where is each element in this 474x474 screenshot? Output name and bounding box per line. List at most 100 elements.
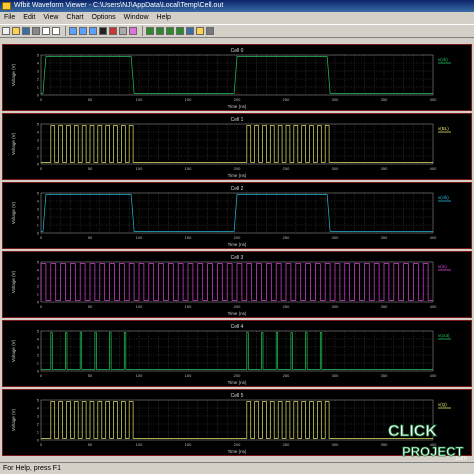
y-tick-label: 3 [37,345,40,350]
toolbar-separator [65,26,66,36]
x-axis-label: Time (ns) [228,104,247,109]
y-tick-label: 3 [37,414,40,419]
title-bar: Wfbit Waveform Viewer - C:\Users\NJ\AppD… [0,0,474,12]
x-tick-label: 200 [234,442,241,447]
y-tick-label: 2 [37,353,40,358]
y-tick-label: 1 [37,292,40,297]
save-icon[interactable] [22,27,30,35]
x-tick-label: 350 [381,235,388,240]
x-tick-label: 300 [332,442,339,447]
menu-chart[interactable]: Chart [62,12,87,24]
cursor-icon[interactable] [99,27,107,35]
zoom-fit-icon[interactable] [89,27,97,35]
open-icon[interactable] [12,27,20,35]
waveform-pane[interactable]: Cell 4 0 1 2 3 4 5 0 50 100 150 200 250 300 350 400 Time… [2,320,472,387]
y-tick-label: 4 [37,61,40,66]
x-tick-label: 0 [40,304,43,309]
y-tick-label: 2 [37,146,40,151]
x-tick-label: 150 [185,304,192,309]
prev-icon[interactable] [146,27,154,35]
y-tick-label: 4 [37,406,40,411]
chart-title: Cell 1 [231,117,244,123]
waveform-workspace: Cell 0 0 1 2 3 4 5 0 50 100 150 200 250 300 350 400 Time… [0,40,474,462]
waveform-chart: Cell 30123450 50 100 150 200 250 300 350 400Time… [11,255,451,316]
first-icon[interactable] [166,27,174,35]
last-icon[interactable] [176,27,184,35]
measure-icon[interactable] [109,27,117,35]
x-tick-label: 300 [332,97,339,102]
y-tick-label: 5 [37,122,40,127]
x-axis-label: Time (ns) [228,173,247,178]
paste-icon[interactable] [52,27,60,35]
grid-icon[interactable] [119,27,127,35]
zoom-in-icon[interactable] [69,27,77,35]
waveform-pane[interactable]: Cell 0 0 1 2 3 4 5 0 50 100 150 200 250 300 350 400 Time… [2,44,472,111]
y-tick-label: 2 [37,422,40,427]
menu-view[interactable]: View [39,12,62,24]
waveform-chart: Cell 10123450 50 100 150 200 250 300 350 400Time… [11,117,451,178]
window-title: Wfbit Waveform Viewer - C:\Users\NJ\AppD… [14,2,224,9]
x-tick-label: 400 [430,235,437,240]
x-tick-label: 50 [88,97,93,102]
x-tick-label: 400 [430,97,437,102]
color-icon[interactable] [129,27,137,35]
menu-window[interactable]: Window [120,12,153,24]
y-tick-label: 4 [37,130,40,135]
chart-title: Cell 2 [231,186,244,192]
x-tick-label: 100 [136,97,143,102]
x-tick-label: 250 [283,373,290,378]
toolbar [0,24,474,38]
y-axis-label: Voltage (V) [11,339,16,362]
zoom-out-icon[interactable] [79,27,87,35]
x-tick-label: 300 [332,166,339,171]
y-axis-label: Voltage (V) [11,132,16,155]
menu-edit[interactable]: Edit [19,12,39,24]
new-icon[interactable] [2,27,10,35]
menu-help[interactable]: Help [153,12,175,24]
waveform-trace [40,263,433,301]
status-text: For Help, press F1 [3,465,61,472]
x-tick-label: 0 [40,442,43,447]
y-tick-label: 5 [37,53,40,58]
x-tick-label: 400 [430,304,437,309]
y-tick-label: 4 [37,199,40,204]
y-tick-label: 1 [37,85,40,90]
x-tick-label: 150 [185,442,192,447]
watermark-logo: CLICK PROJECT .com [388,423,467,462]
x-tick-label: 200 [234,235,241,240]
x-tick-label: 50 [88,442,93,447]
menu-options[interactable]: Options [88,12,120,24]
waveform-pane[interactable]: Cell 2 0 1 2 3 4 5 0 50 100 150 200 250 300 350 400 Time… [2,182,472,249]
x-tick-label: 350 [381,373,388,378]
legend-label: v(ck) [438,57,448,62]
chart-title: Cell 4 [231,324,244,330]
legend-label: v(BL) [438,126,449,131]
export-icon[interactable] [196,27,204,35]
x-axis-label: Time (ns) [228,242,247,247]
chart-title: Cell 3 [231,255,244,261]
y-tick-label: 3 [37,207,40,212]
chart-title: Cell 0 [231,48,244,54]
copy-icon[interactable] [42,27,50,35]
x-tick-label: 350 [381,304,388,309]
x-tick-label: 150 [185,97,192,102]
x-tick-label: 350 [381,97,388,102]
x-tick-label: 200 [234,304,241,309]
menu-bar: File Edit View Chart Options Window Help [0,12,474,24]
x-tick-label: 300 [332,235,339,240]
waveform-pane[interactable]: Cell 3 0 1 2 3 4 5 0 50 100 150 200 250 300 350 400 Time… [2,251,472,318]
print-icon[interactable] [32,27,40,35]
x-tick-label: 350 [381,166,388,171]
next-icon[interactable] [156,27,164,35]
menu-file[interactable]: File [0,12,19,24]
x-tick-label: 250 [283,97,290,102]
waveform-chart: Cell 00123450 50 100 150 200 250 300 350 400Time… [11,48,451,109]
settings-icon[interactable] [206,27,214,35]
x-tick-label: 0 [40,235,43,240]
y-tick-label: 3 [37,138,40,143]
x-axis-label: Time (ns) [228,380,247,385]
refresh-icon[interactable] [186,27,194,35]
waveform-pane[interactable]: Cell 1 0 1 2 3 4 5 0 50 100 150 200 250 300 350 400 Time… [2,113,472,180]
legend-label: v(Q) [438,402,447,407]
y-tick-label: 3 [37,276,40,281]
